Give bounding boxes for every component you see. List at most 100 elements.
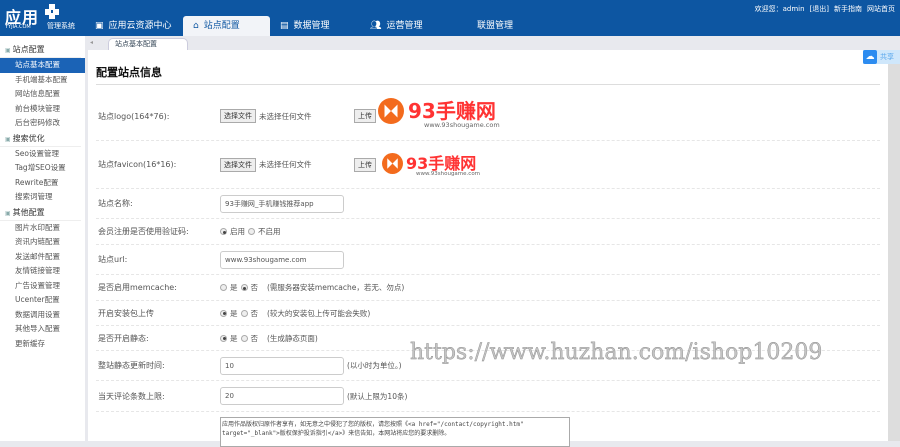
brand-mark-icon [378,98,404,124]
sidebar-group[interactable]: 站点配置 [0,42,81,58]
sidebar-item[interactable]: 友情链接管理 [0,264,85,279]
sidebar-item[interactable]: 网站信息配置 [0,87,85,102]
nav-label: 运营管理 [386,21,423,31]
choose-file-button[interactable]: 选择文件 [220,157,256,172]
brand-url: www.93shougame.com [416,171,481,177]
nav-data-management[interactable]: ▤ 数据管理 [280,16,330,36]
captcha-disable-radio[interactable] [248,228,255,235]
brand-name: 93手赚网 [406,153,477,173]
row-captcha: 会员注册是否使用验证码: 启用 不启用 [96,219,880,245]
field-label: 开启安装包上传 [98,308,154,318]
logo: 应用 YYJIA.COM 管理系统 [5,4,75,30]
row-comment-limit: 当天评论条数上限: 20 (默认上限为10条) [96,381,880,412]
upload-no-radio[interactable] [240,309,248,317]
field-label: 站点logo(164*76): [98,111,170,121]
static-yes-radio[interactable] [220,334,227,342]
share-widget[interactable]: ☁ 共享 [863,50,900,64]
watermark: https://www.huzhan.com/ishop10209 [410,340,823,365]
table-icon: ▤ [280,21,289,31]
sidebar: 站点配置站点基本配置手机端基本配置网站信息配置前台模块管理后台密码修改搜索优化S… [0,36,85,441]
memcache-yes-radio[interactable] [220,284,227,291]
radio-label: 启用 [230,227,245,236]
sidebar-item[interactable]: 手机端基本配置 [0,73,85,88]
tab-site-basic-config[interactable]: 站点基本配置 [108,38,188,50]
logo-mark-icon [45,4,59,19]
nav-label: 联盟管理 [477,21,514,31]
logout-link[interactable]: [退出] [810,5,829,13]
sidebar-item[interactable]: 站点基本配置 [0,58,85,73]
top-header: 应用 YYJIA.COM 管理系统 ▣ 应用云资源中心 ⌂ 站点配置 ▤ 数据管理 👥… [0,0,900,36]
nav-cloud-center[interactable]: ▣ 应用云资源中心 [95,16,172,36]
sidebar-item[interactable]: 其他导入配置 [0,322,85,337]
radio-label: 是 [230,333,238,343]
upload-button[interactable]: 上传 [354,157,376,172]
captcha-enable-radio[interactable] [220,228,227,235]
sidebar-item[interactable]: Tag增SEO设置 [0,161,85,176]
copyright-textarea[interactable]: 应用作品版权归原作者享有，如无意之中侵犯了您的版权，请您按照《<a href="… [220,417,570,447]
row-site-name: 站点名称: 93手赚网_手机赚钱推荐app [96,189,880,219]
share-label: 共享 [880,53,894,61]
sidebar-item[interactable]: 图片水印配置 [0,221,85,236]
memcache-no-radio[interactable] [240,284,248,291]
static-no-radio[interactable] [240,334,248,342]
sidebar-item[interactable]: 发送邮件配置 [0,250,85,265]
sidebar-item[interactable]: 更新缓存 [0,337,85,352]
divider [96,84,880,85]
radio-label: 不启用 [258,227,281,236]
row-site-url: 站点url: www.93shougame.com [96,245,880,275]
site-name-input[interactable]: 93手赚网_手机赚钱推荐app [220,194,344,213]
scrollbar[interactable] [888,50,900,441]
sidebar-item[interactable]: Seo设置管理 [0,147,85,162]
brand-name: 93手赚网 [408,99,496,123]
guide-link[interactable]: 新手指南 [834,5,862,13]
upload-yes-radio[interactable] [220,309,227,317]
cloud-icon: ☁ [863,50,877,64]
sidebar-group[interactable]: 其他配置 [0,205,81,221]
hint-text: (默认上限为10条) [347,391,408,401]
field-label: 当天评论条数上限: [98,391,165,401]
nav-site-config[interactable]: ⌂ 站点配置 [183,16,270,36]
hint-text: (生成静态页面) [267,333,318,343]
field-label: 站点favicon(16*16): [98,160,177,169]
sidebar-item[interactable]: 搜索词管理 [0,190,85,205]
row-package-upload: 开启安装包上传 是 否 (较大的安装包上传可能会失败) [96,301,880,326]
field-label: 站点url: [98,255,128,264]
file-status: 未选择任何文件 [259,160,312,169]
radio-label: 否 [250,308,259,318]
static-time-input[interactable]: 10 [220,356,344,375]
comment-limit-input[interactable]: 20 [220,387,344,405]
sidebar-item[interactable]: 资讯内链配置 [0,235,85,250]
radio-label: 是 [230,283,238,292]
nav-label: 数据管理 [293,21,330,31]
site-home-link[interactable]: 网站首页 [867,5,895,13]
hint-text: (需服务器安装memcache，若无、勿点) [267,283,405,292]
logo-system: 管理系统 [47,22,75,30]
sidebar-item[interactable]: 广告设置管理 [0,279,85,294]
row-logo: 站点logo(164*76): 选择文件 未选择任何文件 上传 93手赚网 www… [96,92,880,141]
sidebar-group[interactable]: 搜索优化 [0,131,81,147]
sidebar-item[interactable]: 数据调用设置 [0,308,85,323]
upload-button[interactable]: 上传 [354,109,376,123]
site-url-input[interactable]: www.93shougame.com [220,250,344,269]
nav-alliance[interactable]: 联盟管理 [477,16,513,36]
file-status: 未选择任何文件 [259,111,312,121]
window-icon: ▣ [95,21,104,31]
hint-text: (较大的安装包上传可能会失败) [267,308,371,318]
sidebar-item[interactable]: Rewrite配置 [0,176,85,191]
choose-file-button[interactable]: 选择文件 [220,109,256,123]
hint-text: (以小时为单位。) [347,361,402,370]
sidebar-item[interactable]: 后台密码修改 [0,116,85,131]
field-label: 整站静态更新时间: [98,361,165,370]
tab-bar: ◂ 站点基本配置 [88,36,900,50]
field-label: 站点名称: [98,199,133,208]
user-bar: 欢迎您：admin [退出] 新手指南 网站首页 [750,4,895,14]
sidebar-item[interactable]: 前台模块管理 [0,102,85,117]
field-label: 是否开启静态: [98,333,149,343]
brand-url: www.93shougame.com [424,121,500,129]
welcome-text: 欢迎您：admin [754,5,805,13]
sidebar-item[interactable]: Ucenter配置 [0,293,85,308]
radio-label: 否 [250,283,259,292]
file-picker: 选择文件 未选择任何文件 [220,109,312,123]
nav-operations[interactable]: 👥︎ 运营管理 [370,16,422,36]
collapse-icon[interactable]: ◂ [90,39,93,46]
